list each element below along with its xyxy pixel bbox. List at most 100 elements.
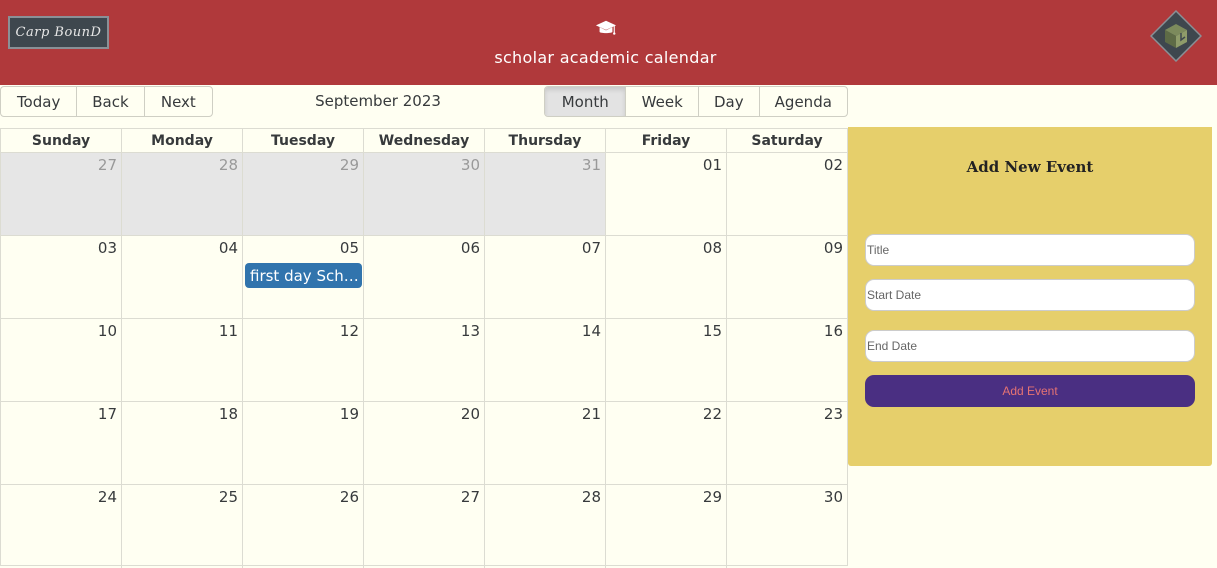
- day-cell[interactable]: 07: [485, 236, 606, 318]
- back-button[interactable]: Back: [77, 87, 145, 116]
- day-number[interactable]: 24: [98, 488, 117, 506]
- add-event-button[interactable]: Add Event: [865, 375, 1195, 407]
- day-number[interactable]: 30: [461, 156, 480, 174]
- day-number[interactable]: 28: [582, 488, 601, 506]
- day-number[interactable]: 29: [703, 488, 722, 506]
- day-number[interactable]: 11: [219, 322, 238, 340]
- day-cell[interactable]: 09: [727, 236, 847, 318]
- title-input[interactable]: [865, 234, 1195, 266]
- day-cell[interactable]: 14: [485, 319, 606, 401]
- week-row: 17 18 19 20 21 22 23: [1, 402, 847, 485]
- day-number[interactable]: 16: [824, 322, 843, 340]
- day-cell[interactable]: 02: [727, 153, 847, 235]
- weekday-header-thursday: Thursday: [485, 129, 606, 152]
- day-cell[interactable]: 12: [243, 319, 364, 401]
- day-number[interactable]: 13: [461, 322, 480, 340]
- day-cell[interactable]: 20: [364, 402, 485, 484]
- day-cell-off-range[interactable]: 30: [364, 153, 485, 235]
- day-number[interactable]: 10: [98, 322, 117, 340]
- day-number[interactable]: 06: [461, 239, 480, 257]
- day-cell-off-range[interactable]: 31: [485, 153, 606, 235]
- day-number[interactable]: 27: [461, 488, 480, 506]
- day-number[interactable]: 05: [340, 239, 359, 257]
- day-cell[interactable]: 24: [1, 485, 122, 568]
- day-number[interactable]: 03: [98, 239, 117, 257]
- next-button[interactable]: Next: [145, 87, 212, 116]
- week-row: 27 28 29 30 31 01 02: [1, 153, 847, 236]
- day-number[interactable]: 20: [461, 405, 480, 423]
- view-month-button[interactable]: Month: [545, 87, 627, 116]
- day-cell[interactable]: 01: [606, 153, 727, 235]
- day-cell[interactable]: 11: [122, 319, 243, 401]
- week-row: 24 25 26 27 28 29 30: [1, 485, 847, 568]
- day-number[interactable]: 26: [340, 488, 359, 506]
- today-button[interactable]: Today: [1, 87, 78, 116]
- weekday-header-monday: Monday: [122, 129, 243, 152]
- day-number[interactable]: 19: [340, 405, 359, 423]
- day-cell[interactable]: 15: [606, 319, 727, 401]
- day-number[interactable]: 01: [703, 156, 722, 174]
- day-number[interactable]: 29: [340, 156, 359, 174]
- brand-logo-text: Carp BounD: [15, 25, 102, 40]
- day-number[interactable]: 28: [219, 156, 238, 174]
- weekday-header-sunday: Sunday: [1, 129, 122, 152]
- start-date-input[interactable]: [865, 279, 1195, 311]
- weekday-header-saturday: Saturday: [751, 132, 823, 149]
- day-number[interactable]: 18: [219, 405, 238, 423]
- day-cell[interactable]: 25: [122, 485, 243, 568]
- day-cell[interactable]: 27: [364, 485, 485, 568]
- day-cell-off-range[interactable]: 27: [1, 153, 122, 235]
- add-event-panel: Add New Event Add Event: [848, 127, 1212, 466]
- day-cell[interactable]: 30: [727, 485, 847, 568]
- day-number[interactable]: 04: [219, 239, 238, 257]
- view-switcher: Month Week Day Agenda: [544, 86, 848, 117]
- day-cell[interactable]: 23: [727, 402, 847, 484]
- day-cell-off-range[interactable]: 28: [122, 153, 243, 235]
- day-cell[interactable]: 28: [485, 485, 606, 568]
- cube-logo-icon[interactable]: [1150, 10, 1202, 62]
- weekday-header-row: Sunday Monday Tuesday Wednesday Thursday Frid…: [1, 129, 847, 153]
- day-number[interactable]: 08: [703, 239, 722, 257]
- day-cell[interactable]: 16: [727, 319, 847, 401]
- day-cell[interactable]: 26: [243, 485, 364, 568]
- view-agenda-button[interactable]: Agenda: [760, 87, 847, 116]
- day-number[interactable]: 27: [98, 156, 117, 174]
- day-cell[interactable]: 13: [364, 319, 485, 401]
- view-day-button[interactable]: Day: [699, 87, 760, 116]
- day-number[interactable]: 07: [582, 239, 601, 257]
- day-number[interactable]: 02: [824, 156, 843, 174]
- day-number[interactable]: 14: [582, 322, 601, 340]
- day-number[interactable]: 22: [703, 405, 722, 423]
- day-cell[interactable]: 06: [364, 236, 485, 318]
- event-title: first day School: [250, 266, 362, 285]
- day-cell[interactable]: 19: [243, 402, 364, 484]
- day-cell[interactable]: 03: [1, 236, 122, 318]
- day-number[interactable]: 21: [582, 405, 601, 423]
- day-number[interactable]: 09: [824, 239, 843, 257]
- end-date-input[interactable]: [865, 330, 1195, 362]
- graduation-cap-icon: [595, 20, 617, 35]
- day-number[interactable]: 31: [582, 156, 601, 174]
- day-cell[interactable]: 05 first day School: [243, 236, 364, 318]
- day-number[interactable]: 23: [824, 405, 843, 423]
- day-cell-off-range[interactable]: 29: [243, 153, 364, 235]
- day-cell[interactable]: 04: [122, 236, 243, 318]
- day-cell[interactable]: 29: [606, 485, 727, 568]
- day-number[interactable]: 15: [703, 322, 722, 340]
- day-number[interactable]: 25: [219, 488, 238, 506]
- day-cell[interactable]: 10: [1, 319, 122, 401]
- day-number[interactable]: 12: [340, 322, 359, 340]
- app-title: scholar academic calendar: [494, 48, 717, 67]
- calendar-event[interactable]: first day School: [245, 263, 362, 288]
- current-month-label: September 2023: [315, 92, 441, 110]
- day-cell[interactable]: 21: [485, 402, 606, 484]
- day-cell[interactable]: 17: [1, 402, 122, 484]
- day-number[interactable]: 30: [824, 488, 843, 506]
- day-number[interactable]: 17: [98, 405, 117, 423]
- view-week-button[interactable]: Week: [626, 87, 699, 116]
- day-cell[interactable]: 22: [606, 402, 727, 484]
- day-cell[interactable]: 08: [606, 236, 727, 318]
- day-cell[interactable]: 18: [122, 402, 243, 484]
- week-row: 10 11 12 13 14 15 16: [1, 319, 847, 402]
- brand-logo[interactable]: Carp BounD: [8, 16, 109, 49]
